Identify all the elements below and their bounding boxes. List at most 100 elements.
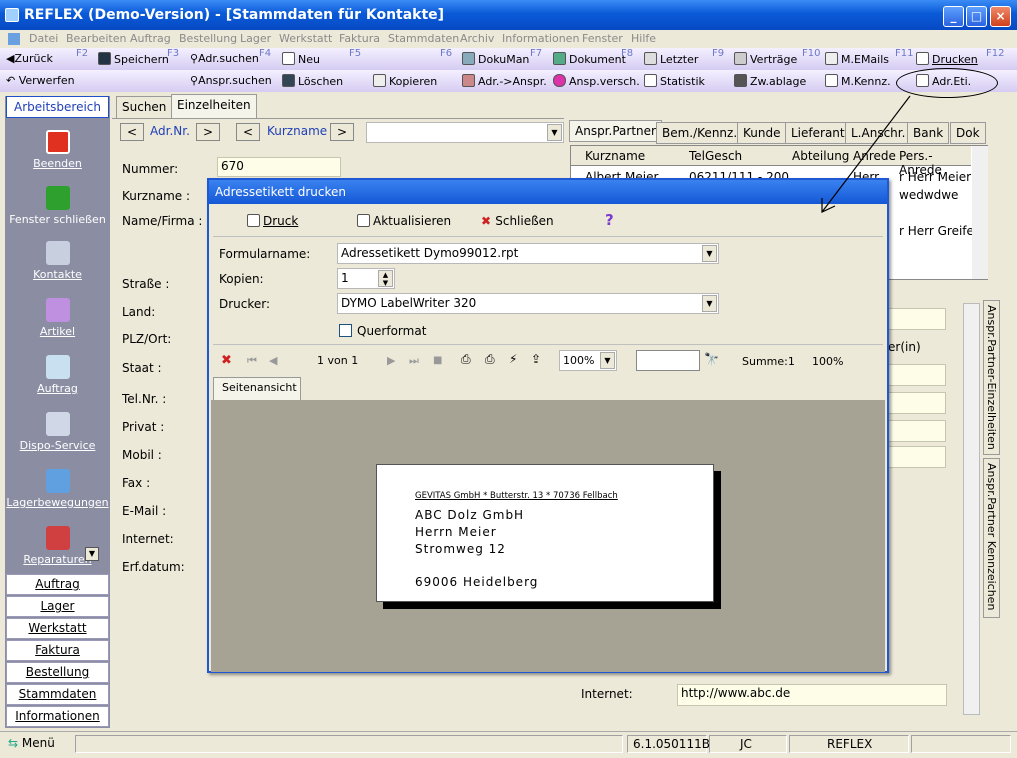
menu-auftrag[interactable]: Auftrag bbox=[130, 32, 171, 45]
close-window-button[interactable]: Fenster schließen bbox=[5, 186, 110, 226]
articles-button[interactable]: Artikel bbox=[5, 298, 110, 338]
dialog-close-button[interactable]: ✖ Schließen bbox=[481, 214, 554, 228]
dokuman-button[interactable]: DokuMan bbox=[462, 52, 529, 66]
copy-button[interactable]: Kopieren bbox=[373, 74, 437, 88]
cat-lager[interactable]: Lager bbox=[6, 596, 109, 617]
stock-movements-button[interactable]: Lagerbewegungen bbox=[5, 469, 110, 509]
statistics-button[interactable]: Statistik bbox=[644, 74, 705, 88]
search-contact-button[interactable]: ⚲Anspr.suchen bbox=[190, 74, 272, 87]
tab-einzelheiten[interactable]: Einzelheiten bbox=[171, 94, 257, 118]
drucker-select[interactable]: DYMO LabelWriter 320 ▼ bbox=[337, 293, 719, 314]
zoom-select[interactable]: 100% ▼ bbox=[559, 350, 617, 371]
dispo-service-button[interactable]: Dispo-Service bbox=[5, 412, 110, 452]
menu-fenster[interactable]: Fenster bbox=[582, 32, 623, 45]
detail-scrollbar[interactable] bbox=[963, 303, 980, 715]
close-button[interactable]: × bbox=[990, 6, 1011, 27]
formular-select[interactable]: Adressetikett Dymo99012.rpt ▼ bbox=[337, 243, 719, 264]
new-button[interactable]: Neu bbox=[282, 52, 320, 66]
clipboard-button[interactable]: Zw.ablage bbox=[734, 74, 806, 88]
print-button[interactable]: Drucken bbox=[916, 52, 978, 66]
kopien-stepper[interactable]: 1 ▲ ▼ bbox=[337, 268, 395, 289]
next-kurzname-button[interactable]: > bbox=[330, 123, 354, 141]
col-kurzname[interactable]: Kurzname bbox=[585, 149, 645, 163]
cat-auftrag[interactable]: Auftrag bbox=[6, 574, 109, 595]
help-button[interactable]: ? bbox=[605, 211, 614, 229]
tab-anspr-partner[interactable]: Anspr.Partner bbox=[569, 120, 662, 142]
next-page-icon[interactable]: ▶ bbox=[387, 354, 395, 367]
menu-icon: ⇆ bbox=[8, 736, 22, 750]
menu-werkstatt[interactable]: Werkstatt bbox=[279, 32, 332, 45]
maximize-button[interactable]: □ bbox=[966, 6, 987, 27]
menu-bestellung[interactable]: Bestellung bbox=[179, 32, 237, 45]
save-button[interactable]: Speichern bbox=[98, 52, 169, 66]
cat-faktura[interactable]: Faktura bbox=[6, 640, 109, 661]
expand-icon[interactable]: ▼ bbox=[85, 547, 99, 561]
partner-field-3[interactable] bbox=[888, 392, 946, 414]
internet-right-field[interactable]: http://www.abc.de bbox=[677, 684, 947, 706]
search-combo[interactable]: ▼ bbox=[366, 122, 564, 143]
partner-field-5[interactable] bbox=[888, 446, 946, 468]
search-address-button[interactable]: ⚲Adr.suchen bbox=[190, 52, 259, 65]
print-icon[interactable]: ⎙ bbox=[461, 352, 471, 367]
tab-kunde[interactable]: Kunde bbox=[737, 122, 787, 144]
last-icon bbox=[644, 52, 657, 65]
first-page-icon[interactable]: ⏮ bbox=[247, 354, 257, 368]
memails-button[interactable]: M.EMails bbox=[825, 52, 889, 66]
find-input[interactable] bbox=[636, 350, 700, 371]
col-telgesch[interactable]: TelGesch bbox=[689, 149, 742, 163]
grid-scrollbar[interactable] bbox=[972, 146, 988, 279]
contracts-button[interactable]: Verträge bbox=[734, 52, 797, 66]
move-contact-button[interactable]: Ansp.versch. bbox=[553, 74, 640, 88]
prev-kurzname-button[interactable]: < bbox=[236, 123, 260, 141]
partner-field-1[interactable] bbox=[888, 308, 946, 330]
binoculars-icon[interactable]: 🔭 bbox=[704, 352, 719, 366]
last-button[interactable]: Letzter bbox=[644, 52, 698, 66]
export-icon[interactable]: ⇪ bbox=[531, 352, 541, 366]
tab-seitenansicht[interactable]: Seitenansicht bbox=[213, 377, 301, 400]
cat-informationen[interactable]: Informationen bbox=[6, 706, 109, 727]
partner-field-4[interactable] bbox=[888, 420, 946, 442]
delete-button[interactable]: Löschen bbox=[282, 74, 343, 88]
address-to-contact-button[interactable]: Adr.->Anspr. bbox=[462, 74, 547, 88]
nummer-field[interactable]: 670 bbox=[217, 157, 341, 177]
stop-icon[interactable]: ■ bbox=[433, 355, 442, 366]
copy-icon bbox=[373, 74, 386, 87]
contacts-button[interactable]: Kontakte bbox=[5, 241, 110, 281]
last-page-icon[interactable]: ⏭ bbox=[409, 354, 419, 368]
querformat-checkbox[interactable] bbox=[339, 324, 352, 337]
menu-informationen[interactable]: Informationen bbox=[502, 32, 579, 45]
vtab-einzelheiten[interactable]: Anspr.Partner-Einzelheiten bbox=[983, 300, 1000, 455]
mkennz-button[interactable]: M.Kennz. bbox=[825, 74, 891, 88]
back-button[interactable]: ◀Zurück bbox=[6, 52, 53, 65]
order-button[interactable]: Auftrag bbox=[5, 355, 110, 395]
quit-button[interactable]: Beenden bbox=[5, 130, 110, 170]
next-adrnr-button[interactable]: > bbox=[196, 123, 220, 141]
document-button[interactable]: Dokument bbox=[553, 52, 626, 66]
printer-setup-icon[interactable]: ⎙ bbox=[485, 352, 495, 367]
menu-archiv[interactable]: Archiv bbox=[460, 32, 494, 45]
menu-bearbeiten[interactable]: Bearbeiten bbox=[66, 32, 126, 45]
menu-faktura[interactable]: Faktura bbox=[339, 32, 380, 45]
discard-button[interactable]: ↶ Verwerfen bbox=[6, 74, 75, 87]
cancel-icon[interactable]: ✖ bbox=[221, 353, 232, 368]
cat-werkstatt[interactable]: Werkstatt bbox=[6, 618, 109, 639]
tab-bem-kennz[interactable]: Bem./Kennz. bbox=[656, 122, 744, 144]
lightning-icon[interactable]: ⚡ bbox=[509, 352, 517, 366]
refresh-button[interactable]: Aktualisieren bbox=[357, 214, 451, 228]
menu-datei[interactable]: Datei bbox=[29, 32, 58, 45]
cat-stammdaten[interactable]: Stammdaten bbox=[6, 684, 109, 705]
tab-dok[interactable]: Dok bbox=[950, 122, 986, 144]
partner-field-2[interactable] bbox=[888, 364, 946, 386]
menu-hilfe[interactable]: Hilfe bbox=[631, 32, 656, 45]
spin-icon[interactable]: ▲ ▼ bbox=[378, 270, 393, 287]
prev-adrnr-button[interactable]: < bbox=[120, 123, 144, 141]
dialog-print-button[interactable]: Druck bbox=[247, 214, 298, 228]
vtab-kennzeichen[interactable]: Anspr.Partner Kennzeichen bbox=[983, 458, 1000, 618]
tab-suchen[interactable]: Suchen bbox=[116, 96, 173, 118]
minimize-button[interactable]: _ bbox=[943, 6, 964, 27]
cat-bestellung[interactable]: Bestellung bbox=[6, 662, 109, 683]
status-menu-button[interactable]: ⇆ Menü bbox=[8, 736, 55, 750]
menu-lager[interactable]: Lager bbox=[240, 32, 271, 45]
menu-stammdaten[interactable]: Stammdaten bbox=[388, 32, 459, 45]
prev-page-icon[interactable]: ◀ bbox=[269, 354, 277, 367]
